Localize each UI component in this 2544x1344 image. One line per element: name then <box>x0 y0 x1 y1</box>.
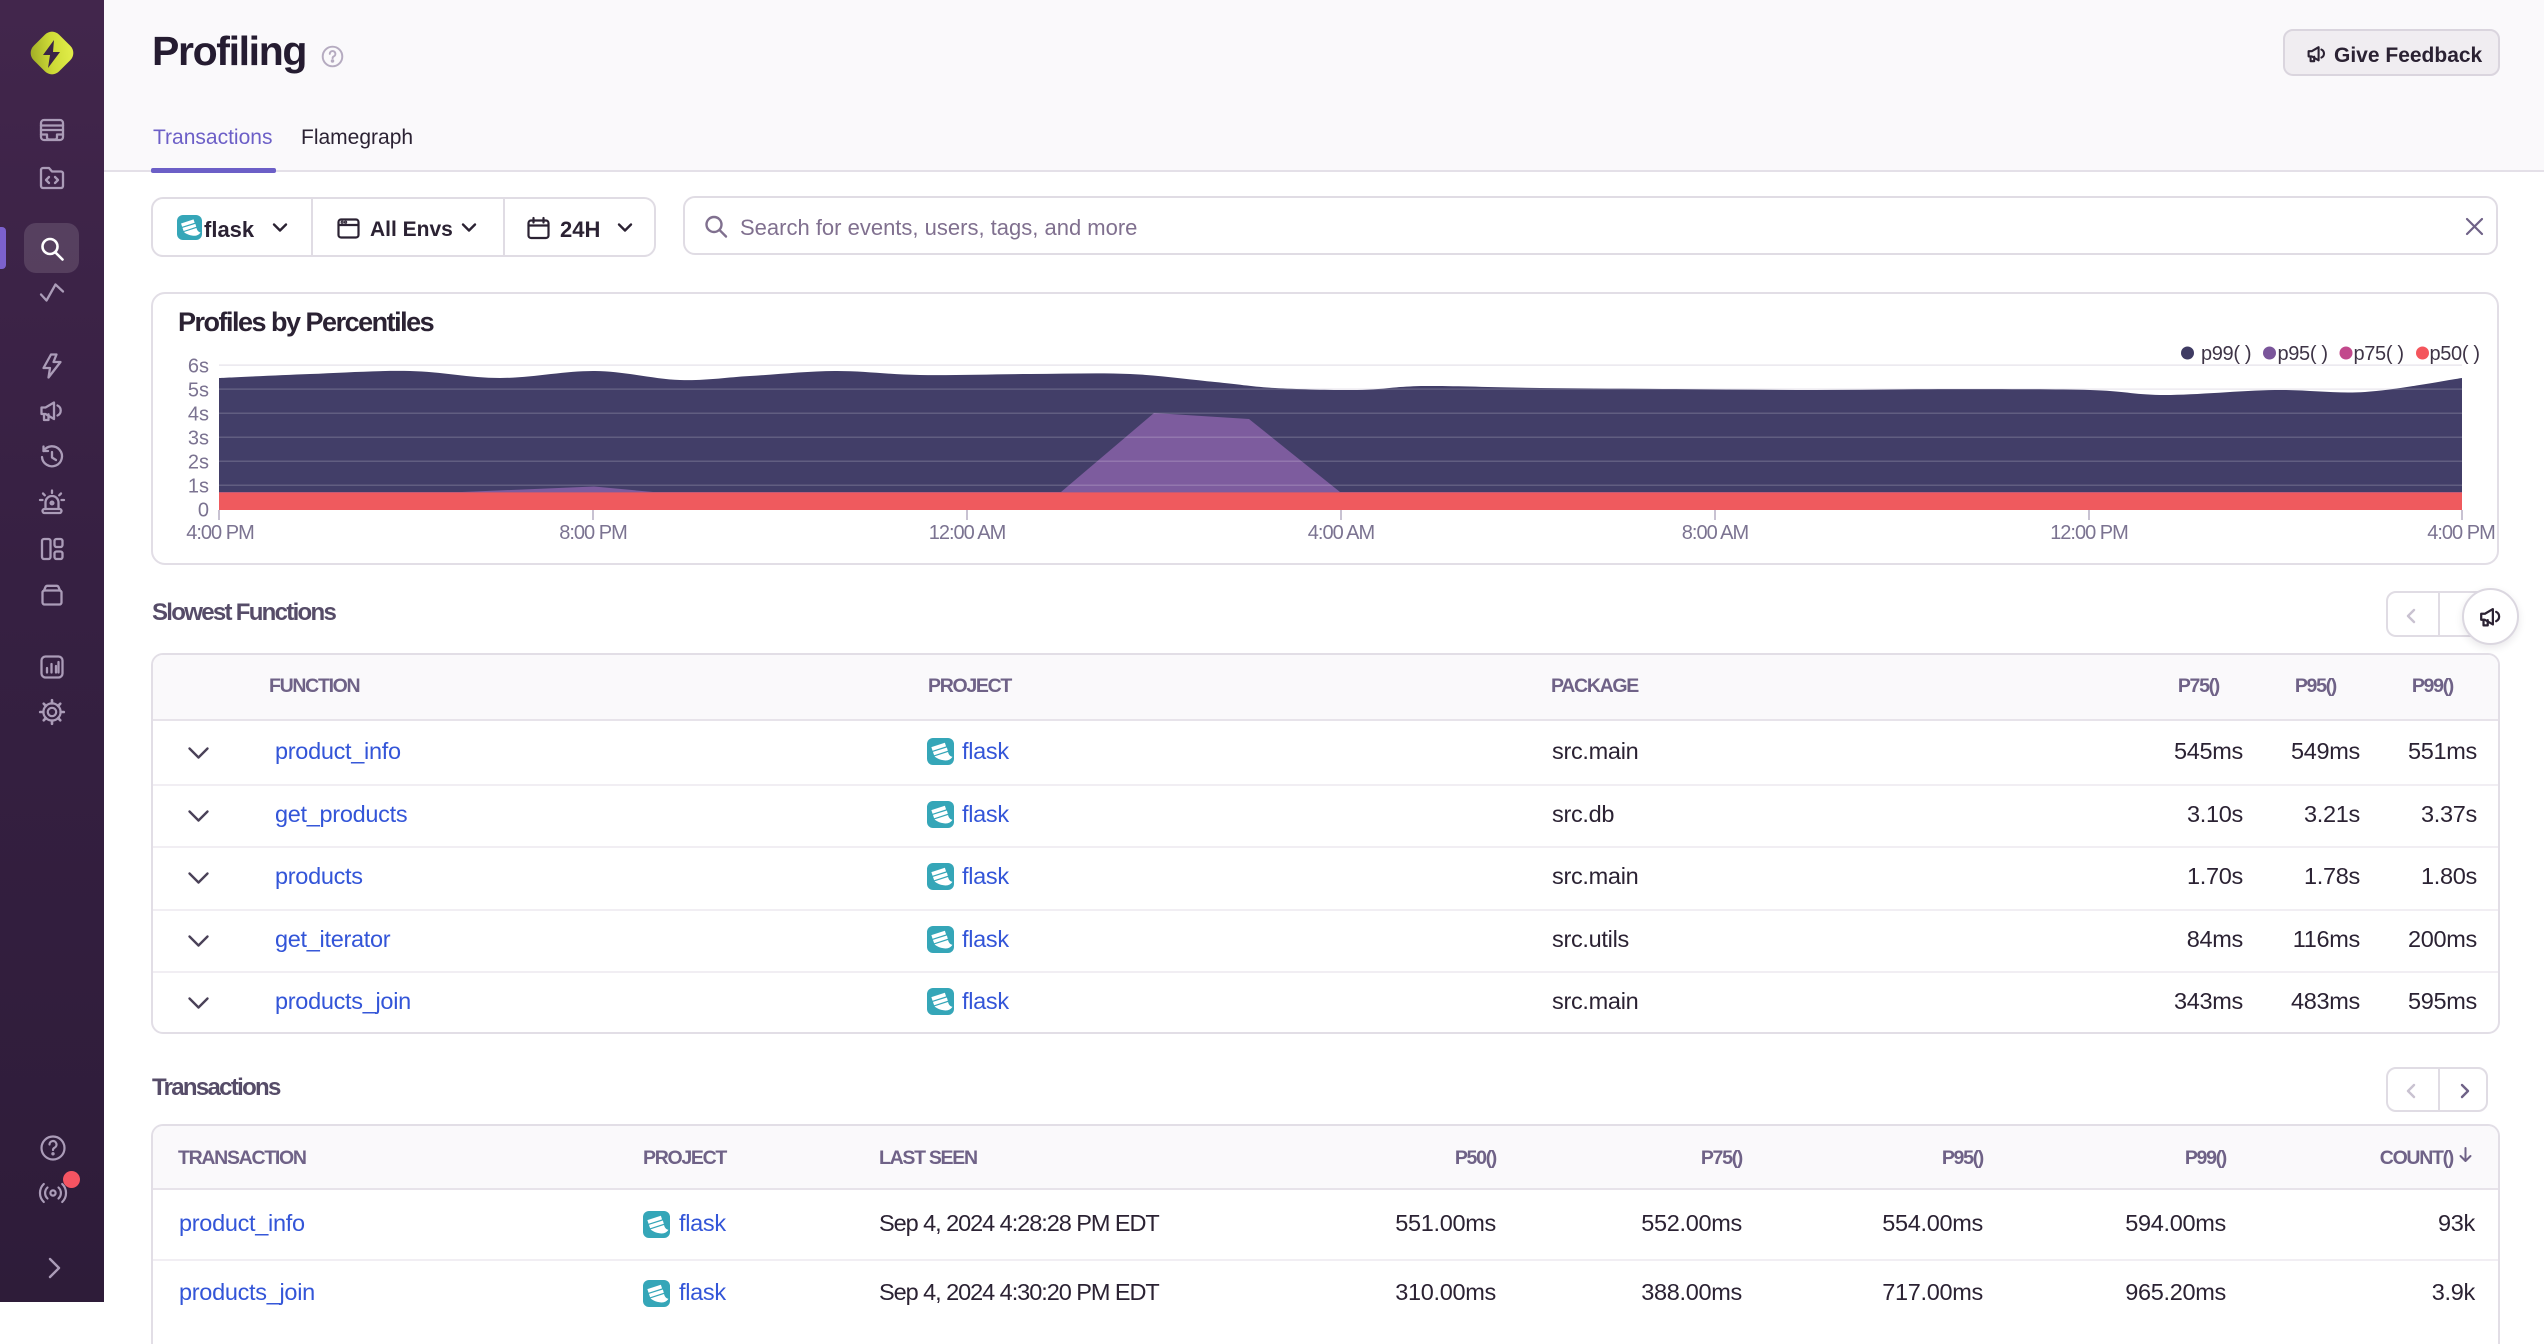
svg-text:5s: 5s <box>188 379 209 401</box>
svg-text:4:00 PM: 4:00 PM <box>186 522 254 544</box>
svg-text:2s: 2s <box>188 452 209 474</box>
svg-text:1s: 1s <box>188 476 209 498</box>
svg-text:4s: 4s <box>188 404 209 426</box>
svg-text:4:00 PM: 4:00 PM <box>2427 522 2495 544</box>
svg-text:p50( ): p50( ) <box>2430 343 2480 365</box>
svg-text:4:00 AM: 4:00 AM <box>1308 522 1375 544</box>
svg-text:3s: 3s <box>188 428 209 450</box>
svg-text:0: 0 <box>198 500 209 522</box>
svg-text:12:00 AM: 12:00 AM <box>929 522 1006 544</box>
svg-text:p95( ): p95( ) <box>2278 343 2328 365</box>
svg-text:6s: 6s <box>188 355 209 377</box>
svg-text:8:00 AM: 8:00 AM <box>1682 522 1749 544</box>
svg-text:p99( ): p99( ) <box>2201 343 2251 365</box>
svg-text:12:00 PM: 12:00 PM <box>2050 522 2128 544</box>
svg-text:8:00 PM: 8:00 PM <box>559 522 627 544</box>
svg-text:p75( ): p75( ) <box>2354 343 2404 365</box>
